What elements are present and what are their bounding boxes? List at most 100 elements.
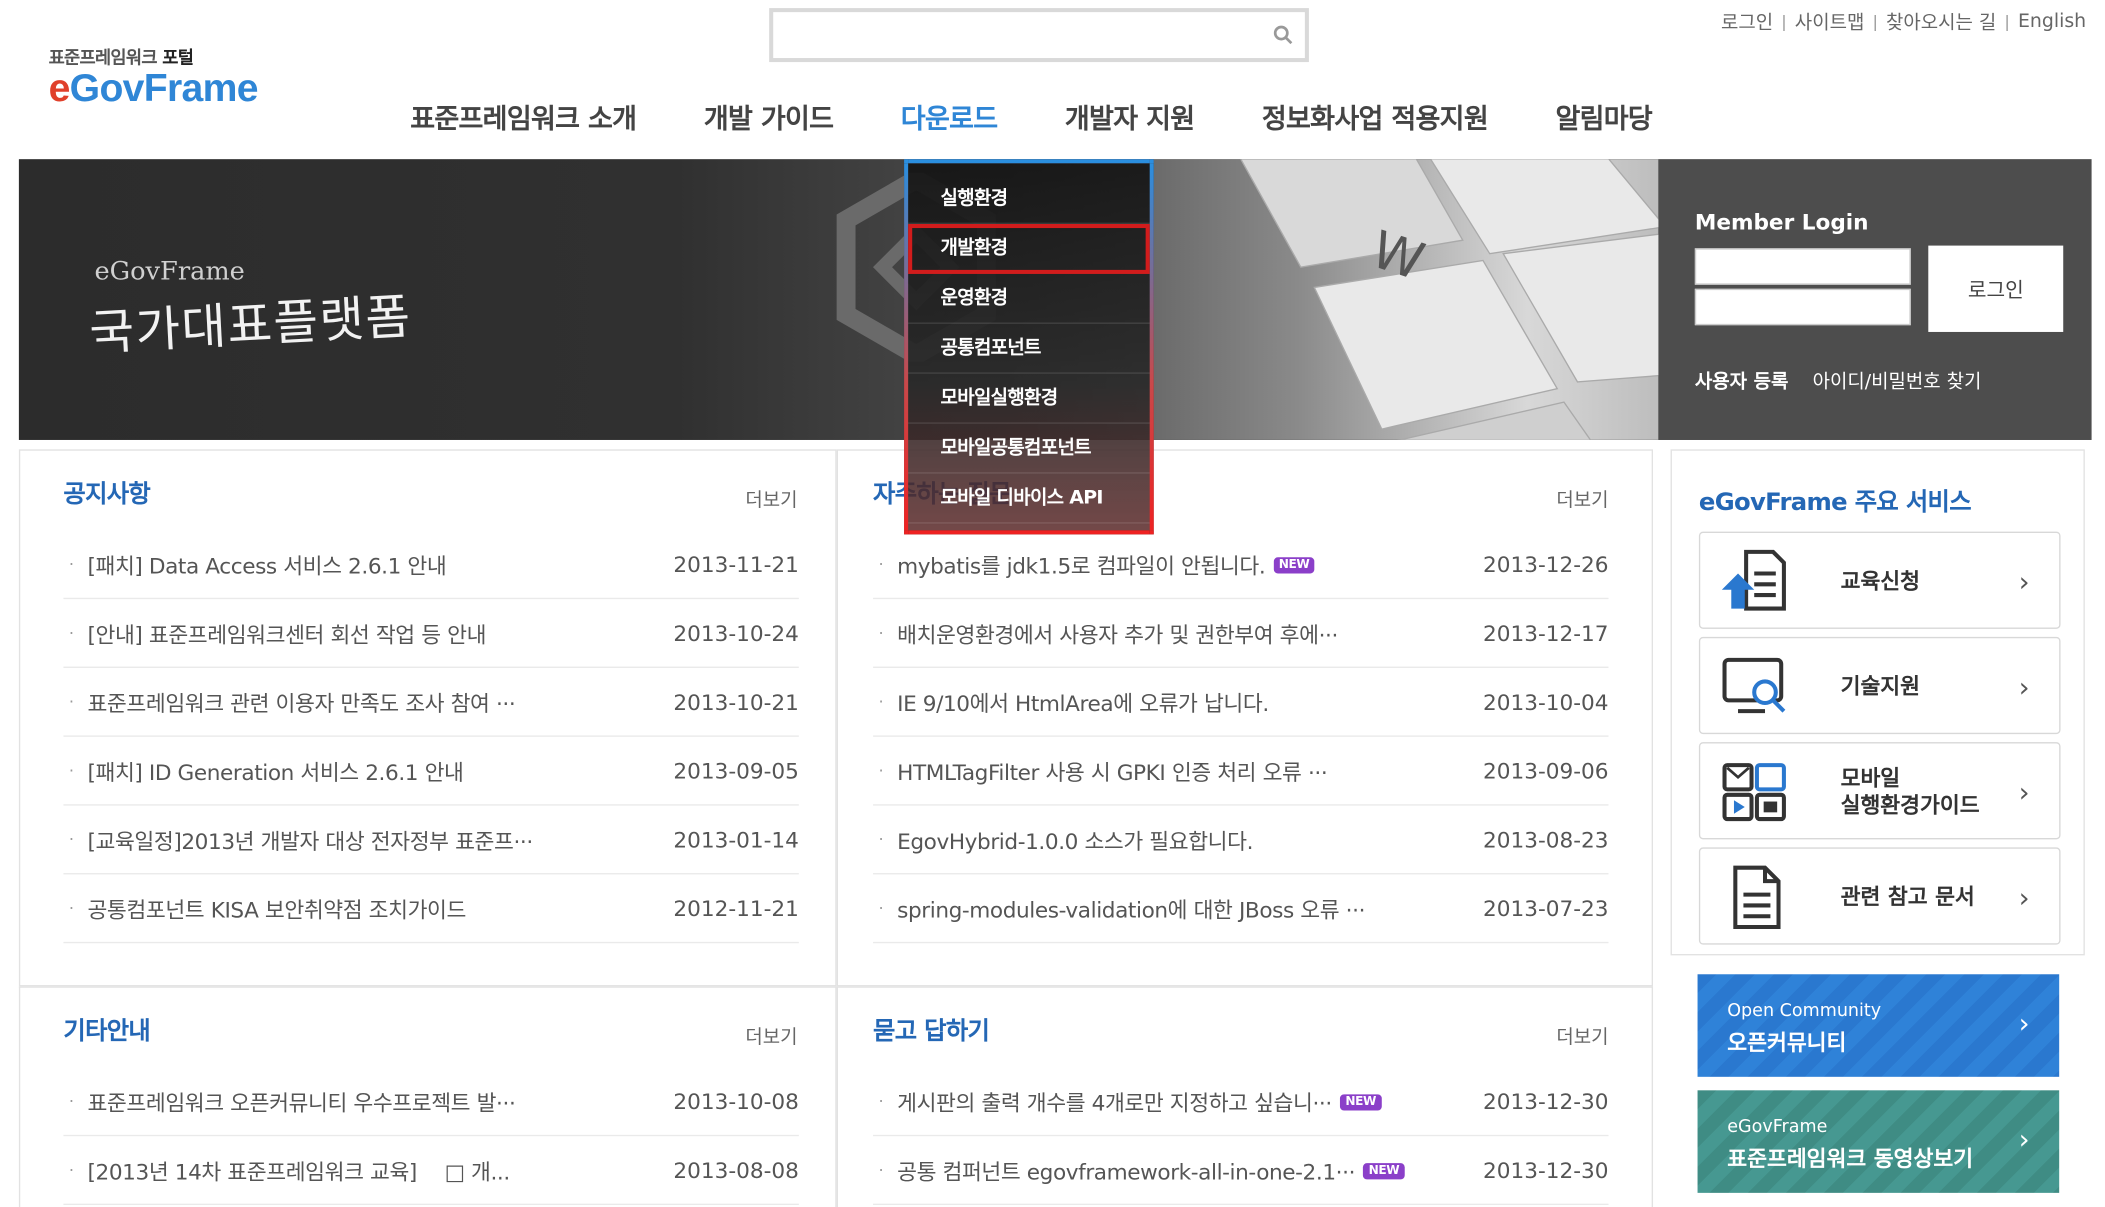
faq-list: · mybatis를 jdk1.5로 컴파일이 안됩니다. NEW 2013-12-2… <box>873 530 1609 944</box>
bullet: · <box>878 1160 884 1180</box>
qna-title[interactable]: 묻고 답하기 <box>873 1012 990 1047</box>
chevron-right-icon: › <box>2018 565 2030 598</box>
notice-row[interactable]: · 표준프레임워크 관련 이용자 만족도 조사 참여 ··· 2013-10-21 <box>63 668 799 737</box>
logo-wordmark: eGovFrame <box>48 67 259 111</box>
search-box[interactable] <box>769 8 1309 63</box>
notice-panel: 공지사항 더보기 · [패치] Data Access 서비스 2.6.1 안내 2… <box>18 449 837 987</box>
faq-more-link[interactable]: 더보기 <box>1556 486 1608 513</box>
chevron-right-icon: › <box>2018 1006 2030 1040</box>
etc-row[interactable]: · 표준프레임워크 오픈커뮤니티 우수프로젝트 발··· 2013-10-08 <box>63 1067 799 1137</box>
faq-row[interactable]: · 배치운영환경에서 사용자 추가 및 권한부여 후에··· 2013-12-17 <box>873 599 1609 668</box>
services-panel: eGovFrame 주요 서비스 교육신청 › 기술지원 › 모바일 실행환경가… <box>1670 449 2085 956</box>
menu-item-operation[interactable]: 운영환경 <box>908 274 1150 324</box>
notice-row[interactable]: · [교육일정]2013년 개발자 대상 전자정부 표준프··· 2013-01-1… <box>63 806 799 875</box>
menu-item-mobile-device-api[interactable]: 모바일 디바이스 API <box>908 474 1150 524</box>
main-nav: 표준프레임워크 소개 개발 가이드 다운로드 개발자 지원 정보화사업 적용지원… <box>391 94 1671 143</box>
service-tech-support[interactable]: 기술지원 › <box>1698 636 2061 735</box>
bullet: · <box>68 554 74 574</box>
faq-row[interactable]: · HTMLTagFilter 사용 시 GPKI 인증 처리 오류 ··· 201… <box>873 737 1609 806</box>
service-reference-docs[interactable]: 관련 참고 문서 › <box>1698 847 2061 945</box>
qna-panel: 묻고 답하기 더보기 · 게시판의 출력 개수를 4개로만 지정하고 싶습니···… <box>836 986 1654 1207</box>
bullet: · <box>878 692 884 712</box>
notice-title[interactable]: 공지사항 <box>63 475 150 510</box>
directions-link[interactable]: 찾아오시는 길 <box>1886 8 1996 35</box>
bullet: · <box>68 829 74 849</box>
etc-list: · 표준프레임워크 오픈커뮤니티 우수프로젝트 발··· 2013-10-08 ·[… <box>63 1067 799 1206</box>
login-link[interactable]: 로그인 <box>1721 8 1773 35</box>
faq-row[interactable]: · IE 9/10에서 HtmlArea에 오류가 납니다. 2013-10-04 <box>873 668 1609 737</box>
register-link[interactable]: 사용자 등록 <box>1695 367 1788 394</box>
find-account-link[interactable]: 아이디/비밀번호 찾기 <box>1813 367 1982 394</box>
service-label: 모바일 실행환경가이드 <box>1840 765 1980 818</box>
nav-download[interactable]: 다운로드 <box>882 94 1016 143</box>
download-dropdown-menu: 실행환경 개발환경 운영환경 공통컴포넌트 모바일실행환경 모바일공통컴포넌트 … <box>904 159 1154 535</box>
nav-notice-board[interactable]: 알림마당 <box>1537 94 1671 143</box>
service-label: 기술지원 <box>1840 673 1921 699</box>
etc-panel: 기타안내 더보기 · 표준프레임워크 오픈커뮤니티 우수프로젝트 발··· 2013… <box>18 986 837 1207</box>
menu-item-runtime[interactable]: 실행환경 <box>908 174 1150 225</box>
separator: | <box>2004 12 2010 32</box>
qna-more-link[interactable]: 더보기 <box>1556 1023 1608 1050</box>
nav-dev-guide[interactable]: 개발 가이드 <box>685 94 852 143</box>
new-badge: NEW <box>1273 557 1315 574</box>
bullet: · <box>878 1091 884 1111</box>
education-icon <box>1721 549 1786 611</box>
faq-row[interactable]: · EgovHybrid-1.0.0 소스가 필요합니다. 2013-08-23 <box>873 806 1609 875</box>
chevron-right-icon: › <box>2018 670 2030 704</box>
search-input[interactable] <box>781 12 1254 59</box>
site-logo[interactable]: 표준프레임워크 포털 eGovFrame <box>48 43 259 111</box>
faq-row[interactable]: · spring-modules-validation에 대한 JBoss 오류 … <box>873 874 1609 944</box>
bullet: · <box>68 761 74 780</box>
nav-dev-support[interactable]: 개발자 지원 <box>1046 94 1213 143</box>
menu-item-mobile-runtime[interactable]: 모바일실행환경 <box>908 374 1150 424</box>
chevron-right-icon: › <box>2018 775 2030 809</box>
bullet: · <box>878 761 884 780</box>
menu-item-mobile-common-component[interactable]: 모바일공통컴포넌트 <box>908 424 1150 474</box>
bullet: · <box>68 692 74 712</box>
nav-project-support[interactable]: 정보화사업 적용지원 <box>1243 94 1507 143</box>
member-login-box: Member Login 로그인 사용자 등록 아이디/비밀번호 찾기 <box>1658 159 2092 440</box>
notice-row[interactable]: · 공통컴포넌트 KISA 보안취약점 조치가이드 2012-11-21 <box>63 874 799 944</box>
menu-item-dev-environment[interactable]: 개발환경 <box>908 224 1150 274</box>
sitemap-link[interactable]: 사이트맵 <box>1795 8 1865 35</box>
etc-more-link[interactable]: 더보기 <box>745 1023 797 1050</box>
service-label: 교육신청 <box>1840 568 1921 594</box>
service-education[interactable]: 교육신청 › <box>1698 531 2061 629</box>
notice-more-link[interactable]: 더보기 <box>745 486 797 513</box>
english-link[interactable]: English <box>2018 11 2086 33</box>
separator: | <box>1872 12 1878 32</box>
tech-support-icon <box>1722 657 1786 714</box>
user-id-input[interactable] <box>1694 248 1911 285</box>
password-input[interactable] <box>1694 288 1911 326</box>
service-mobile-guide[interactable]: 모바일 실행환경가이드 › <box>1698 742 2061 840</box>
notice-row[interactable]: · [패치] Data Access 서비스 2.6.1 안내 2013-11-21 <box>63 530 799 600</box>
notice-row[interactable]: · [안내] 표준프레임워크센터 회선 작업 등 안내 2013-10-24 <box>63 599 799 668</box>
etc-title[interactable]: 기타안내 <box>63 1012 150 1047</box>
nav-intro[interactable]: 표준프레임워크 소개 <box>391 94 655 143</box>
utility-links: 로그인 | 사이트맵 | 찾아오시는 길 | English <box>1721 8 2086 35</box>
login-links: 사용자 등록 아이디/비밀번호 찾기 <box>1695 367 1982 394</box>
qna-row[interactable]: · 공통 컴퍼넌트 egovframework-all-in-one-2.1···… <box>873 1136 1609 1206</box>
etc-row[interactable]: · [2013년 14차 표준프레임워크 교육] □ 개... 2013-08-08 <box>63 1136 799 1206</box>
services-title: eGovFrame 주요 서비스 <box>1698 488 1972 517</box>
qna-list: · 게시판의 출력 개수를 4개로만 지정하고 싶습니··· NEW 2013-12-… <box>873 1067 1609 1206</box>
notice-row[interactable]: · [패치] ID Generation 서비스 2.6.1 안내 2013-09-… <box>63 737 799 806</box>
open-community-banner[interactable]: Open Community 오픈커뮤니티 › <box>1697 974 2060 1077</box>
document-icon <box>1733 865 1781 930</box>
service-label: 관련 참고 문서 <box>1840 883 1975 910</box>
login-button[interactable]: 로그인 <box>1928 245 2064 332</box>
qna-row[interactable]: · 게시판의 출력 개수를 4개로만 지정하고 싶습니··· NEW 2013-12-… <box>873 1067 1609 1137</box>
new-badge: NEW <box>1339 1094 1382 1111</box>
banner-tagline-en: eGovFrame <box>94 256 245 287</box>
chevron-right-icon: › <box>2018 1122 2030 1156</box>
menu-item-common-component[interactable]: 공통컴포넌트 <box>908 324 1150 374</box>
bullet: · <box>68 1160 74 1180</box>
faq-row[interactable]: · mybatis를 jdk1.5로 컴파일이 안됩니다. NEW 2013-12-2… <box>873 530 1609 600</box>
search-icon[interactable] <box>1272 24 1294 46</box>
bullet: · <box>68 1091 74 1111</box>
video-banner[interactable]: eGovFrame 표준프레임워크 동영상보기 › <box>1697 1090 2060 1193</box>
new-badge: NEW <box>1363 1163 1405 1180</box>
bullet: · <box>878 623 884 643</box>
bullet: · <box>878 898 884 918</box>
bullet: · <box>878 829 884 849</box>
